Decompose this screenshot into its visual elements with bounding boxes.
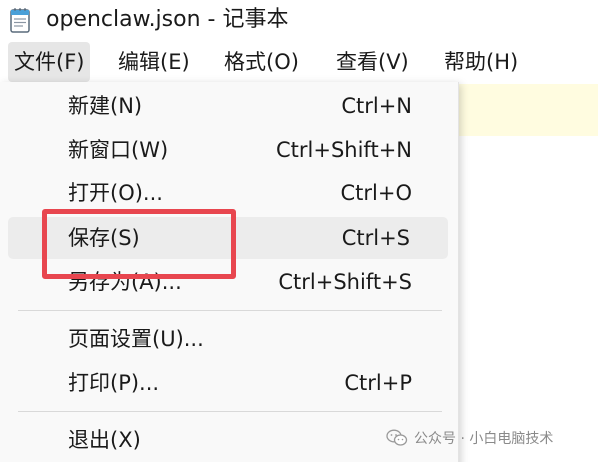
menu-bar: 文件(F) 编辑(E) 格式(O) 查看(V) 帮助(H) [0,42,598,82]
menu-item-exit[interactable]: 退出(X) [8,419,448,461]
menu-edit[interactable]: 编辑(E) [112,42,196,82]
watermark: 公众号 · 小白电脑技术 [386,426,553,450]
menu-item-shortcut: Ctrl+S [341,226,410,250]
title-bar: openclaw.json - 记事本 [0,0,598,40]
menu-separator [18,310,442,311]
menu-item-new-window[interactable]: 新窗口(W) Ctrl+Shift+N [8,129,448,171]
menu-item-page-setup[interactable]: 页面设置(U)... [8,318,448,360]
menu-item-shortcut: Ctrl+Shift+S [278,270,412,294]
menu-item-open[interactable]: 打开(O)... Ctrl+O [8,172,448,214]
menu-item-shortcut: Ctrl+Shift+N [276,138,412,162]
menu-item-label: 新窗口(W) [68,138,169,162]
menu-item-shortcut: Ctrl+N [341,94,412,118]
menu-item-save[interactable]: 保存(S) Ctrl+S [8,217,448,259]
notepad-app-icon [10,8,30,33]
menu-item-label: 退出(X) [68,428,141,452]
menu-item-save-as[interactable]: 另存为(A)... Ctrl+Shift+S [8,261,448,303]
menu-item-shortcut: Ctrl+P [344,371,412,395]
window-title: openclaw.json - 记事本 [46,7,289,32]
menu-separator [18,411,442,412]
menu-item-label: 打印(P)... [68,371,160,395]
menu-item-label: 页面设置(U)... [68,327,204,351]
menu-item-print[interactable]: 打印(P)... Ctrl+P [8,362,448,404]
menu-item-label: 打开(O)... [68,181,163,205]
menu-item-label: 另存为(A)... [68,270,182,294]
file-menu-dropdown: 新建(N) Ctrl+N 新窗口(W) Ctrl+Shift+N 打开(O)..… [0,82,459,462]
menu-item-label: 保存(S) [68,226,140,250]
editor-current-line[interactable] [458,84,598,136]
menu-view[interactable]: 查看(V) [330,42,415,82]
menu-item-new[interactable]: 新建(N) Ctrl+N [8,85,448,127]
wechat-icon [386,429,408,446]
watermark-text: 公众号 · 小白电脑技术 [414,431,554,447]
menu-item-shortcut: Ctrl+O [340,181,413,205]
notepad-window: openclaw.json - 记事本 文件(F) 编辑(E) 格式(O) 查看… [0,0,598,462]
menu-item-label: 新建(N) [68,94,143,118]
menu-format[interactable]: 格式(O) [218,42,305,82]
menu-help[interactable]: 帮助(H) [438,42,524,82]
menu-file[interactable]: 文件(F) [8,42,91,82]
